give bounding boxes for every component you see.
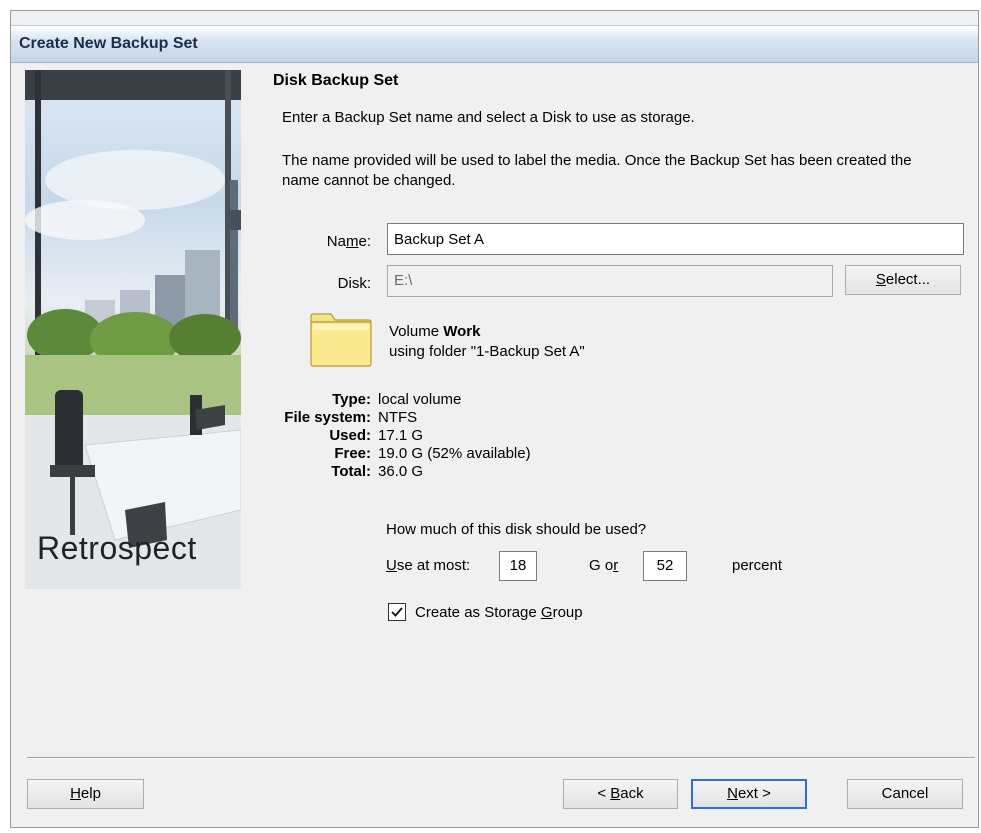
description-text: The name provided will be used to label …	[282, 152, 912, 189]
info-key: File system:	[284, 409, 371, 426]
disk-label: Disk:	[337, 275, 371, 292]
use-at-most-label: Use at most:	[386, 557, 471, 574]
retrospect-side-image: Retrospect	[25, 70, 241, 589]
info-value: 19.0 G (52% available)	[378, 445, 531, 462]
usage-question: How much of this disk should be used?	[386, 521, 647, 538]
storage-group-checkbox[interactable]	[388, 603, 406, 621]
info-value: 36.0 G	[378, 463, 424, 480]
volume-prefix: Volume	[389, 323, 440, 340]
info-row-free: Free: 19.0 G (52% available)	[231, 445, 531, 463]
volume-folder: using folder "1-Backup Set A"	[389, 343, 585, 360]
name-label: Name:	[326, 233, 371, 250]
storage-group-label[interactable]: Create as Storage Group	[415, 604, 583, 621]
name-input[interactable]	[387, 223, 964, 255]
info-key: Total:	[331, 463, 371, 480]
info-value: NTFS	[378, 409, 418, 426]
brand-logo-text: Retrospect	[37, 530, 197, 566]
percent-label: percent	[732, 557, 783, 574]
page-heading: Disk Backup Set	[273, 72, 399, 89]
info-value: local volume	[378, 391, 462, 408]
intro-text: Enter a Backup Set name and select a Dis…	[282, 109, 695, 126]
info-row-file-system: File system: NTFS	[231, 409, 531, 427]
info-key: Free:	[334, 445, 371, 462]
info-value: 17.1 G	[378, 427, 424, 444]
footer-divider	[27, 757, 975, 759]
volume-name: Volume Work	[389, 323, 480, 340]
info-key: Used:	[329, 427, 371, 444]
window-title: Create New Backup Set	[19, 35, 198, 52]
info-row-total: Total: 36.0 G	[231, 463, 531, 481]
gb-limit-input[interactable]: 18	[499, 551, 537, 581]
info-row-used: Used: 17.1 G	[231, 427, 531, 445]
g-or-label: G or	[589, 557, 619, 574]
info-key: Type:	[332, 391, 371, 408]
back-button[interactable]: < Back	[563, 779, 678, 809]
disk-field: E:\	[387, 265, 833, 297]
title-bar: Create New Backup Set	[11, 25, 978, 63]
create-backup-set-dialog: Create New Backup Set Retrospect Disk Ba…	[10, 10, 979, 828]
info-row-type: Type: local volume	[231, 391, 531, 409]
percent-limit-input[interactable]: 52	[643, 551, 687, 581]
cancel-button[interactable]: Cancel	[847, 779, 963, 809]
checkmark-icon	[391, 607, 403, 617]
volume-name-value: Work	[443, 323, 481, 340]
folder-icon	[309, 312, 373, 373]
select-disk-button[interactable]: Select...	[845, 265, 961, 295]
next-button[interactable]: Next >	[691, 779, 807, 809]
help-button[interactable]: Help	[27, 779, 144, 809]
volume-info: Type: local volume File system: NTFS Use…	[231, 391, 531, 481]
office-illustration	[25, 70, 241, 589]
